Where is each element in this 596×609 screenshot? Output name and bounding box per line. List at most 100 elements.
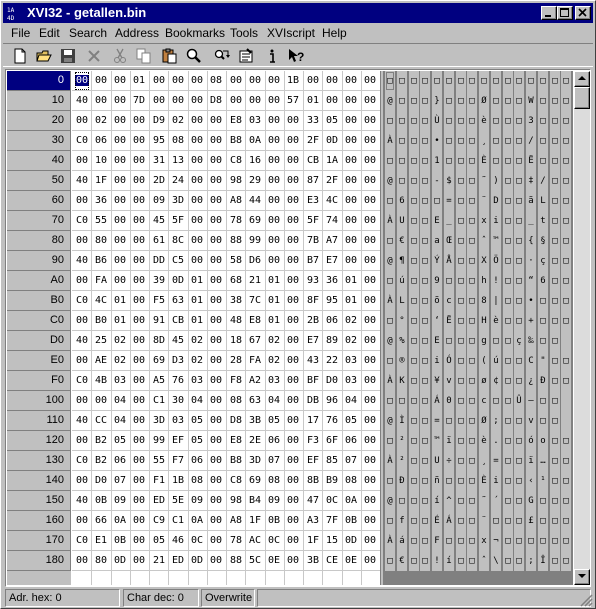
hex-byte[interactable]: 89 [324, 331, 340, 351]
char-cell[interactable]: □ [420, 311, 430, 331]
char-cell[interactable]: □ [514, 351, 524, 371]
hex-byte[interactable]: 01 [189, 311, 205, 331]
char-cell[interactable]: □ [561, 471, 571, 491]
char-cell[interactable]: Û [514, 391, 524, 411]
hex-byte[interactable]: 00 [131, 551, 147, 571]
hex-byte[interactable]: 00 [285, 251, 301, 271]
hex-byte[interactable]: 15 [324, 531, 340, 551]
char-cell[interactable]: □ [409, 451, 419, 471]
char-cell[interactable]: § [538, 231, 548, 251]
char-cell[interactable]: @ [385, 171, 395, 191]
hex-byte[interactable]: 00 [170, 71, 186, 91]
hex-byte[interactable]: 63 [247, 391, 263, 411]
char-cell[interactable]: Á [444, 511, 454, 531]
char-cell[interactable]: □ [514, 111, 524, 131]
hex-byte[interactable]: 04 [343, 391, 359, 411]
char-cell[interactable]: □ [561, 531, 571, 551]
hex-byte[interactable]: 00 [208, 291, 224, 311]
char-cell[interactable]: □ [514, 271, 524, 291]
char-cell[interactable]: g [479, 331, 489, 351]
hex-byte[interactable]: 1B [170, 471, 186, 491]
char-cell[interactable]: ç [538, 251, 548, 271]
hex-byte[interactable]: 00 [151, 71, 167, 91]
char-cell[interactable]: □ [503, 271, 513, 291]
save-button[interactable] [57, 46, 79, 66]
char-cell[interactable]: □ [467, 71, 477, 91]
open-button[interactable] [33, 46, 55, 66]
char-cell[interactable]: □ [444, 531, 454, 551]
char-cell[interactable]: □ [561, 151, 571, 171]
hex-byte[interactable]: 95 [324, 291, 340, 311]
char-grid[interactable]: □ □ □ □ □ □ □ □ □ □ □ □ □ □ □ □ @ □ □ □} □ □ □ Ø □ □ □ W □ □ □ □ □ □ □ Ù □ □ □… [384, 71, 573, 585]
char-cell[interactable]: □ [409, 111, 419, 131]
char-cell[interactable]: f [397, 511, 407, 531]
hex-byte[interactable]: 00 [266, 251, 282, 271]
char-cell[interactable]: □ [514, 131, 524, 151]
hex-byte[interactable]: 00 [362, 431, 378, 451]
hex-byte[interactable]: 00 [74, 111, 90, 131]
char-cell[interactable]: $ [444, 171, 454, 191]
char-cell[interactable]: □ [514, 191, 524, 211]
hex-byte[interactable]: 31 [151, 151, 167, 171]
hex-byte[interactable]: 74 [324, 211, 340, 231]
hex-byte[interactable]: 05 [189, 411, 205, 431]
char-cell[interactable]: □ [503, 431, 513, 451]
char-cell[interactable]: □ [456, 411, 466, 431]
hex-byte[interactable]: 24 [170, 171, 186, 191]
char-cell[interactable]: c [444, 291, 454, 311]
char-cell[interactable]: □ [561, 371, 571, 391]
hex-byte[interactable]: CC [93, 411, 109, 431]
hex-byte[interactable]: 00 [208, 411, 224, 431]
hex-byte[interactable]: 01 [266, 271, 282, 291]
hex-byte[interactable]: 00 [362, 291, 378, 311]
char-cell[interactable]: Œ [444, 231, 454, 251]
hex-byte[interactable]: 55 [93, 211, 109, 231]
hex-byte[interactable]: 33 [305, 111, 321, 131]
char-cell[interactable]: ¸ [479, 131, 489, 151]
hex-byte[interactable]: 40 [74, 171, 90, 191]
char-cell[interactable]: □ [550, 511, 560, 531]
hex-byte[interactable]: 02 [189, 351, 205, 371]
hex-byte[interactable]: 00 [131, 491, 147, 511]
char-cell[interactable]: ( [479, 351, 489, 371]
hex-byte[interactable]: 63 [170, 291, 186, 311]
hex-byte[interactable]: 00 [112, 91, 128, 111]
char-cell[interactable]: □ [409, 251, 419, 271]
hex-byte[interactable]: 01 [343, 271, 359, 291]
char-cell[interactable]: □ [514, 251, 524, 271]
char-cell[interactable]: Ö [491, 251, 501, 271]
char-cell[interactable]: □ [420, 431, 430, 451]
hex-byte[interactable]: 43 [305, 351, 321, 371]
hex-byte[interactable]: C8 [228, 151, 244, 171]
char-cell[interactable]: □ [397, 391, 407, 411]
hex-byte[interactable]: C8 [228, 471, 244, 491]
char-cell[interactable]: □ [467, 391, 477, 411]
char-cell[interactable]: □ [503, 331, 513, 351]
hex-byte[interactable]: 00 [343, 231, 359, 251]
char-cell[interactable]: ú [397, 271, 407, 291]
char-cell[interactable]: C [526, 351, 536, 371]
char-cell[interactable]: □ [444, 91, 454, 111]
hex-byte[interactable]: E8 [228, 111, 244, 131]
char-cell[interactable]: □ [467, 271, 477, 291]
char-cell[interactable]: □ [503, 111, 513, 131]
char-cell[interactable]: □ [538, 91, 548, 111]
char-cell[interactable]: □ [538, 411, 548, 431]
menu-file[interactable]: File [9, 25, 32, 41]
hex-byte[interactable]: 00 [74, 471, 90, 491]
char-cell[interactable]: □ [444, 71, 454, 91]
hex-byte[interactable]: 00 [208, 391, 224, 411]
hex-byte[interactable]: C0 [74, 371, 90, 391]
hex-byte[interactable]: 02 [343, 311, 359, 331]
hex-byte[interactable]: 00 [112, 171, 128, 191]
hex-byte[interactable]: 02 [266, 351, 282, 371]
hex-byte[interactable]: B4 [247, 491, 263, 511]
hex-byte[interactable]: 21 [151, 551, 167, 571]
char-cell[interactable]: – [526, 391, 536, 411]
char-cell[interactable]: ! [432, 551, 442, 571]
hex-byte[interactable]: 02 [93, 111, 109, 131]
hex-byte[interactable]: 09 [112, 491, 128, 511]
char-cell[interactable]: □ [385, 111, 395, 131]
char-cell[interactable]: □ [514, 91, 524, 111]
char-cell[interactable]: □ [397, 151, 407, 171]
